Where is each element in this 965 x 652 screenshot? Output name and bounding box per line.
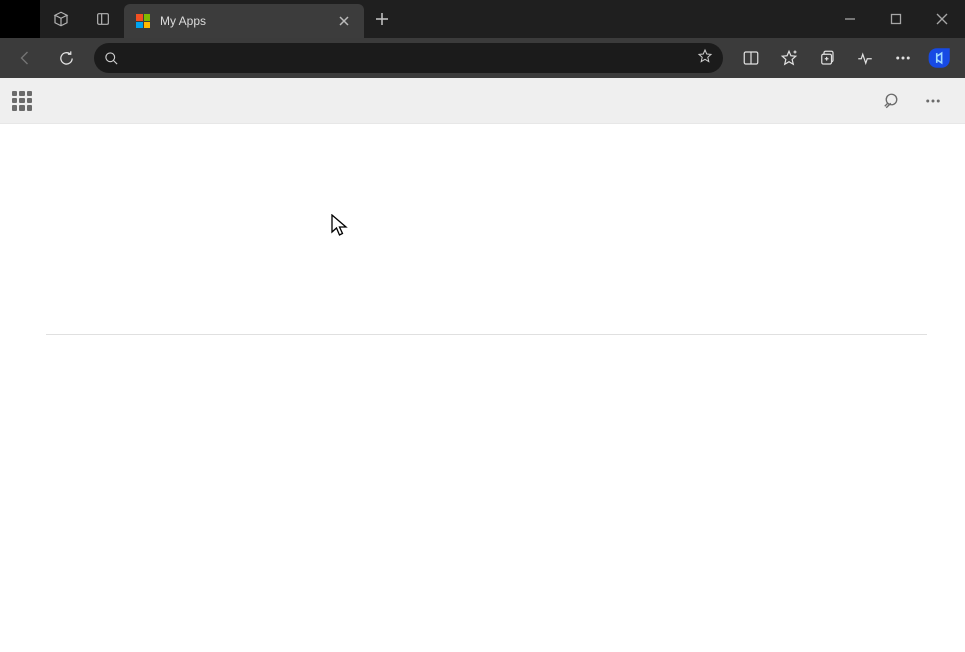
address-bar[interactable]	[94, 43, 723, 73]
page-more-button[interactable]	[913, 83, 953, 119]
tab-actions-button[interactable]	[82, 0, 124, 38]
star-icon	[697, 48, 713, 64]
window-controls	[827, 0, 965, 38]
favorite-star-button[interactable]	[697, 48, 713, 69]
page-content	[0, 124, 965, 652]
favorites-button[interactable]	[771, 42, 807, 74]
content-divider	[46, 334, 927, 335]
app-toolbar	[0, 78, 965, 124]
app-launcher-button[interactable]	[12, 91, 32, 111]
search-icon	[884, 92, 902, 110]
new-tab-button[interactable]	[364, 0, 400, 38]
workspaces-button[interactable]	[40, 0, 82, 38]
mouse-cursor-icon	[331, 214, 349, 243]
settings-more-button[interactable]	[885, 42, 921, 74]
collections-button[interactable]	[809, 42, 845, 74]
close-window-button[interactable]	[919, 0, 965, 38]
tab-title: My Apps	[160, 14, 206, 28]
browser-tab[interactable]: My Apps	[124, 4, 364, 38]
split-screen-button[interactable]	[733, 42, 769, 74]
search-icon	[104, 51, 119, 66]
page-search-button[interactable]	[873, 83, 913, 119]
minimize-button[interactable]	[827, 0, 873, 38]
refresh-button[interactable]	[48, 42, 84, 74]
browser-titlebar: My Apps	[0, 0, 965, 38]
microsoft-favicon-icon	[136, 14, 150, 28]
bing-chat-button[interactable]	[923, 41, 957, 75]
titlebar-edge-block	[0, 0, 40, 38]
maximize-button[interactable]	[873, 0, 919, 38]
back-button[interactable]	[8, 42, 44, 74]
performance-button[interactable]	[847, 42, 883, 74]
more-icon	[924, 92, 942, 110]
close-tab-button[interactable]	[336, 13, 352, 29]
browser-nav-row	[0, 38, 965, 78]
